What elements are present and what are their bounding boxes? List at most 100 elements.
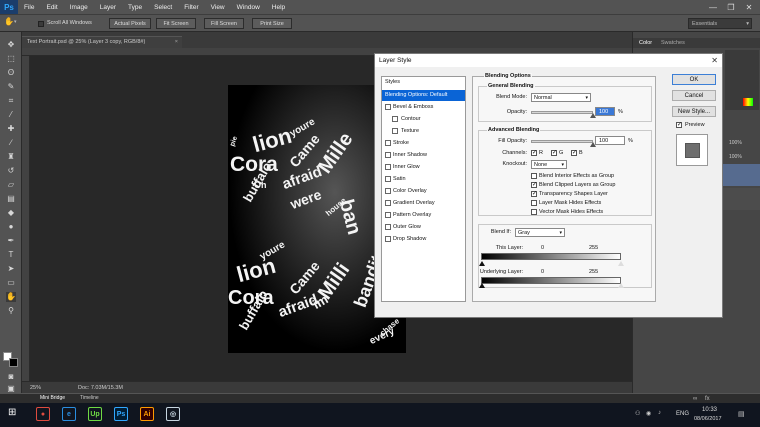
this-layer-gradient-bar[interactable] <box>481 253 621 260</box>
style-texture[interactable]: Texture <box>382 126 465 137</box>
tool-preset-arrow-icon[interactable]: ▾ <box>14 19 17 25</box>
fill-screen-button[interactable]: Fill Screen <box>204 18 244 29</box>
menu-edit[interactable]: Edit <box>40 4 63 11</box>
taskbar-app-upwork-icon[interactable]: Up <box>88 407 102 421</box>
doc-size-info[interactable]: Doc: 7.03M/15.3M <box>78 385 123 391</box>
style-checkbox[interactable] <box>385 176 391 182</box>
ok-button[interactable]: OK <box>672 74 716 85</box>
style-pattern-overlay[interactable]: Pattern Overlay <box>382 210 465 221</box>
cancel-button[interactable]: Cancel <box>672 90 716 101</box>
style-color-overlay[interactable]: Color Overlay <box>382 186 465 197</box>
style-blending-options[interactable]: Blending Options: Default <box>382 90 465 101</box>
style-checkbox[interactable] <box>392 116 398 122</box>
new-style-button[interactable]: New Style... <box>672 106 716 117</box>
underlying-gradient-bar[interactable] <box>481 277 621 284</box>
layer-fill-value[interactable]: 100% <box>729 154 742 160</box>
link-layers-icon[interactable]: ∞ <box>693 396 697 402</box>
move-tool-icon[interactable]: ✥ <box>6 40 16 50</box>
eyedropper-tool-icon[interactable]: ⁄ <box>6 110 16 120</box>
fill-opacity-slider[interactable] <box>531 140 593 143</box>
menu-select[interactable]: Select <box>148 4 178 11</box>
style-outer-glow[interactable]: Outer Glow <box>382 222 465 233</box>
style-checkbox[interactable] <box>385 224 391 230</box>
style-bevel-emboss[interactable]: Bevel & Emboss <box>382 102 465 113</box>
taskbar-app-chrome-icon[interactable]: ● <box>36 407 50 421</box>
close-icon[interactable]: ✕ <box>711 54 718 67</box>
tray-people-icon[interactable]: ⚇ <box>635 410 640 417</box>
style-checkbox[interactable] <box>385 188 391 194</box>
transparency-shapes-checkbox[interactable]: ✓ <box>531 191 537 197</box>
eraser-tool-icon[interactable]: ▱ <box>6 180 16 190</box>
quick-mask-icon[interactable]: ◙ <box>6 372 16 382</box>
workspace-select[interactable]: Essentials ▾ <box>688 18 752 29</box>
vector-mask-hides-checkbox[interactable] <box>531 209 537 215</box>
blur-tool-icon[interactable]: ◆ <box>6 208 16 218</box>
this-layer-white-handle[interactable] <box>618 261 624 266</box>
underlying-white-handle[interactable] <box>618 283 624 288</box>
tray-volume-icon[interactable]: ♪ <box>658 410 661 416</box>
taskbar-app-steam-icon[interactable]: ◎ <box>166 407 180 421</box>
menu-file[interactable]: File <box>18 4 40 11</box>
menu-layer[interactable]: Layer <box>94 4 122 11</box>
style-checkbox[interactable] <box>385 236 391 242</box>
actual-pixels-button[interactable]: Actual Pixels <box>109 18 151 29</box>
tray-network-icon[interactable]: ◉ <box>646 410 651 417</box>
style-inner-glow[interactable]: Inner Glow <box>382 162 465 173</box>
channel-g-checkbox[interactable]: ✓ <box>551 150 557 156</box>
style-checkbox[interactable] <box>385 200 391 206</box>
hand-tool-button-icon[interactable]: ✋ <box>6 292 16 302</box>
style-checkbox[interactable] <box>385 104 391 110</box>
taskbar-app-ai-icon[interactable]: Ai <box>140 407 154 421</box>
tray-language[interactable]: ENG <box>676 411 689 417</box>
style-checkbox[interactable] <box>385 164 391 170</box>
this-layer-black-handle[interactable] <box>479 261 485 266</box>
quick-select-tool-icon[interactable]: ✎ <box>6 82 16 92</box>
clone-stamp-tool-icon[interactable]: ♜ <box>6 152 16 162</box>
notification-icon[interactable]: ▤ <box>738 410 745 418</box>
menu-window[interactable]: Window <box>231 4 266 11</box>
gradient-tool-icon[interactable]: ▤ <box>6 194 16 204</box>
menu-view[interactable]: View <box>205 4 231 11</box>
layer-mask-hides-checkbox[interactable] <box>531 200 537 206</box>
brush-tool-icon[interactable]: ∕ <box>6 138 16 148</box>
color-ramp[interactable] <box>743 98 753 106</box>
blend-mode-select[interactable]: Normal ▾ <box>531 93 591 102</box>
scroll-all-windows-checkbox[interactable] <box>38 21 44 27</box>
dialog-title-bar[interactable]: Layer Style ✕ <box>375 54 722 67</box>
style-contour[interactable]: Contour <box>382 114 465 125</box>
knockout-select[interactable]: None ▾ <box>531 160 567 169</box>
blend-if-select[interactable]: Gray ▾ <box>515 228 565 237</box>
dodge-tool-icon[interactable]: ● <box>6 222 16 232</box>
color-sliders[interactable] <box>725 50 759 110</box>
fit-screen-button[interactable]: Fit Screen <box>156 18 196 29</box>
style-checkbox[interactable] <box>385 152 391 158</box>
opacity-slider[interactable] <box>531 111 593 114</box>
print-size-button[interactable]: Print Size <box>252 18 292 29</box>
fill-opacity-input[interactable]: 100 <box>595 136 625 145</box>
channel-r-checkbox[interactable]: ✓ <box>531 150 537 156</box>
tray-time[interactable]: 10:33 <box>702 407 717 413</box>
healing-brush-tool-icon[interactable]: ✚ <box>6 124 16 134</box>
history-brush-tool-icon[interactable]: ↺ <box>6 166 16 176</box>
styles-header[interactable]: Styles <box>385 79 400 85</box>
lasso-tool-icon[interactable]: ʘ <box>6 68 16 78</box>
minimize-button[interactable]: — <box>704 0 722 14</box>
pen-tool-icon[interactable]: ✒ <box>6 236 16 246</box>
style-stroke[interactable]: Stroke <box>382 138 465 149</box>
marquee-tool-icon[interactable]: ⬚ <box>6 54 16 64</box>
style-inner-shadow[interactable]: Inner Shadow <box>382 150 465 161</box>
tab-mini-bridge[interactable]: Mini Bridge <box>40 395 65 401</box>
taskbar-app-ps-icon[interactable]: Ps <box>114 407 128 421</box>
style-gradient-overlay[interactable]: Gradient Overlay <box>382 198 465 209</box>
zoom-level[interactable]: 25% <box>30 385 41 391</box>
rectangle-tool-icon[interactable]: ▭ <box>6 278 16 288</box>
underlying-black-handle[interactable] <box>479 283 485 288</box>
channel-b-checkbox[interactable]: ✓ <box>571 150 577 156</box>
windows-start-icon[interactable]: ⊞ <box>8 407 16 418</box>
preview-checkbox[interactable]: ✓ <box>676 122 682 128</box>
close-tab-icon[interactable]: × <box>175 37 178 48</box>
style-satin[interactable]: Satin <box>382 174 465 185</box>
close-window-button[interactable]: ✕ <box>740 0 758 14</box>
tab-color[interactable]: Color <box>639 40 652 46</box>
tab-timeline[interactable]: Timeline <box>80 395 99 401</box>
